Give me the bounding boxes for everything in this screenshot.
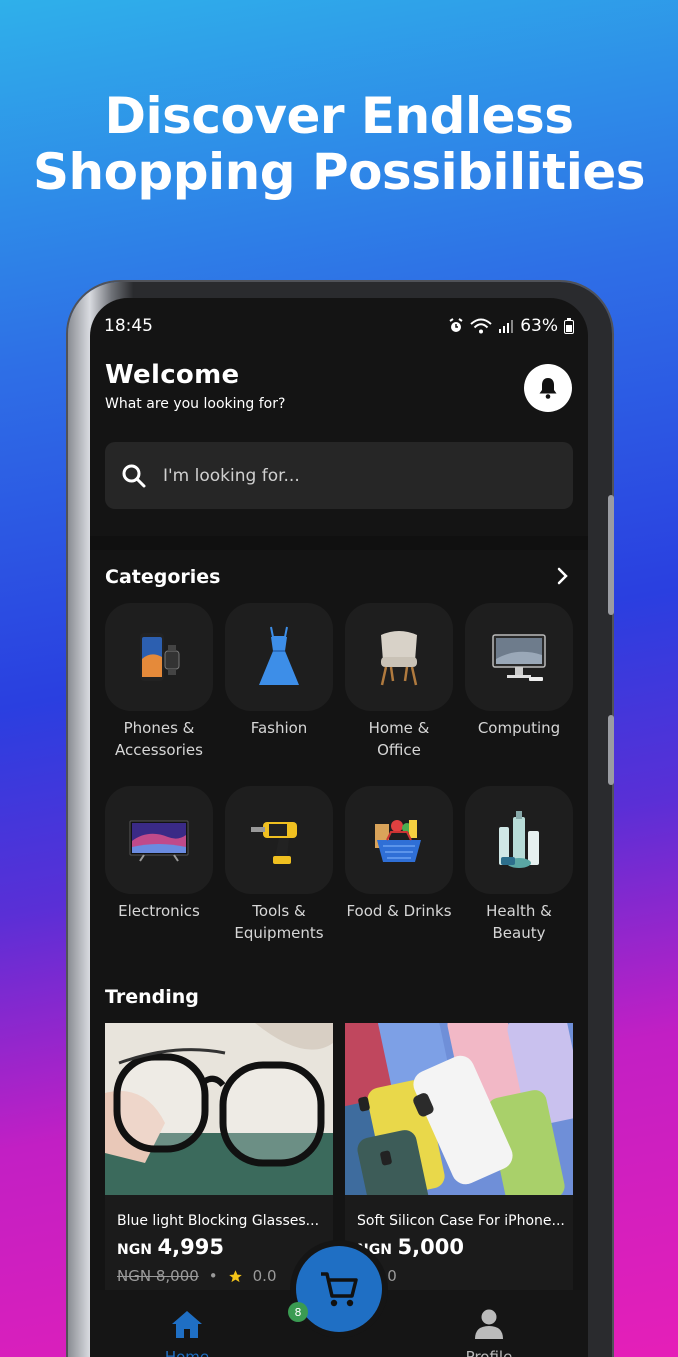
category-label: Health & Beauty — [486, 902, 552, 942]
product-price: NGN 4,995 — [117, 1235, 333, 1259]
category-health-beauty[interactable]: Health & Beauty — [465, 786, 573, 944]
product-image-phone-cases — [345, 1023, 573, 1195]
welcome-header: Welcome What are you looking for? — [105, 360, 285, 412]
tv-icon — [129, 820, 189, 862]
category-label: Home & Office — [368, 719, 430, 759]
product-meta: 0.0 — [357, 1267, 573, 1285]
category-tile — [105, 603, 213, 711]
category-tile — [465, 786, 573, 894]
promo-headline: Discover Endless Shopping Possibilities — [0, 88, 678, 200]
bell-icon — [539, 378, 557, 399]
price-amount: 5,000 — [397, 1235, 464, 1259]
category-label: Computing — [477, 719, 561, 737]
category-label: Phones & Accessories — [115, 719, 203, 759]
category-label: Food & Drinks — [346, 902, 452, 920]
category-tile — [465, 603, 573, 711]
welcome-title: Welcome — [105, 360, 240, 390]
category-label: Fashion — [250, 719, 308, 737]
wifi-icon — [470, 318, 492, 334]
category-computing[interactable]: Computing — [465, 603, 573, 739]
price-currency: NGN — [117, 1242, 152, 1258]
signal-icon — [499, 320, 514, 333]
drill-icon — [251, 822, 297, 864]
product-card[interactable]: Blue light Blocking Glasses... NGN 4,995… — [105, 1023, 333, 1303]
category-tile — [345, 603, 453, 711]
product-name: Soft Silicon Case For iPhone... — [357, 1213, 565, 1229]
welcome-subtitle: What are you looking for? — [105, 396, 286, 412]
section-divider — [90, 536, 588, 550]
nav-profile-label: Profile — [465, 1348, 513, 1357]
notifications-button[interactable] — [524, 364, 572, 412]
product-card[interactable]: Soft Silicon Case For iPhone... NGN 5,00… — [345, 1023, 573, 1303]
search-bar[interactable]: I'm looking for... — [105, 442, 573, 509]
categories-see-all-icon[interactable] — [556, 566, 570, 586]
category-electronics[interactable]: Electronics — [105, 786, 213, 922]
trending-title: Trending — [105, 986, 199, 1008]
category-fashion[interactable]: Fashion — [225, 603, 333, 739]
product-image-glasses — [105, 1023, 333, 1195]
phone-volume-button — [608, 495, 614, 615]
product-rating: 0.0 — [252, 1267, 277, 1285]
nav-profile[interactable]: Profile — [444, 1308, 534, 1357]
battery-percent: 63% — [520, 316, 558, 336]
phone-watch-icon — [140, 633, 180, 681]
product-price: NGN 5,000 — [357, 1235, 573, 1259]
product-name: Blue light Blocking Glasses... — [117, 1213, 320, 1229]
category-food-drinks[interactable]: Food & Drinks — [345, 786, 453, 922]
monitor-icon — [492, 634, 546, 681]
separator-dot: • — [208, 1267, 218, 1285]
old-price: NGN 8,000 — [117, 1267, 199, 1285]
grocery-basket-icon — [375, 820, 421, 862]
nav-home[interactable]: Home — [142, 1308, 232, 1357]
category-tile — [225, 786, 333, 894]
category-home-office[interactable]: Home & Office — [345, 603, 453, 761]
headline-line-1: Discover Endless — [104, 87, 574, 145]
dress-icon — [259, 626, 299, 685]
shopping-cart-icon — [321, 1272, 358, 1307]
nav-home-label: Home — [164, 1348, 210, 1357]
category-label: Tools & Equipments — [234, 902, 324, 942]
home-icon — [172, 1311, 202, 1338]
alarm-icon — [449, 318, 463, 332]
category-phones-accessories[interactable]: Phones & Accessories — [105, 603, 213, 761]
headline-line-2: Shopping Possibilities — [32, 143, 646, 201]
cosmetics-icon — [499, 811, 539, 868]
price-amount: 4,995 — [157, 1235, 224, 1259]
category-tools-equipments[interactable]: Tools & Equipments — [225, 786, 333, 944]
star-icon — [228, 1269, 242, 1282]
categories-title: Categories — [105, 566, 221, 588]
app-screen: 18:45 63% Welcome What are you looking f… — [90, 298, 588, 1357]
chair-icon — [380, 631, 418, 686]
search-input[interactable]: I'm looking for... — [163, 466, 300, 486]
category-label: Electronics — [118, 902, 200, 920]
battery-icon — [564, 318, 574, 334]
search-icon — [122, 464, 146, 487]
category-tile — [345, 786, 453, 894]
profile-icon — [475, 1309, 503, 1339]
cart-button[interactable] — [296, 1246, 382, 1332]
phone-power-button — [608, 715, 614, 785]
status-bar: 18:45 63% — [104, 316, 574, 338]
status-time: 18:45 — [104, 316, 153, 336]
cart-count-badge: 8 — [288, 1302, 308, 1322]
category-tile — [105, 786, 213, 894]
category-tile — [225, 603, 333, 711]
